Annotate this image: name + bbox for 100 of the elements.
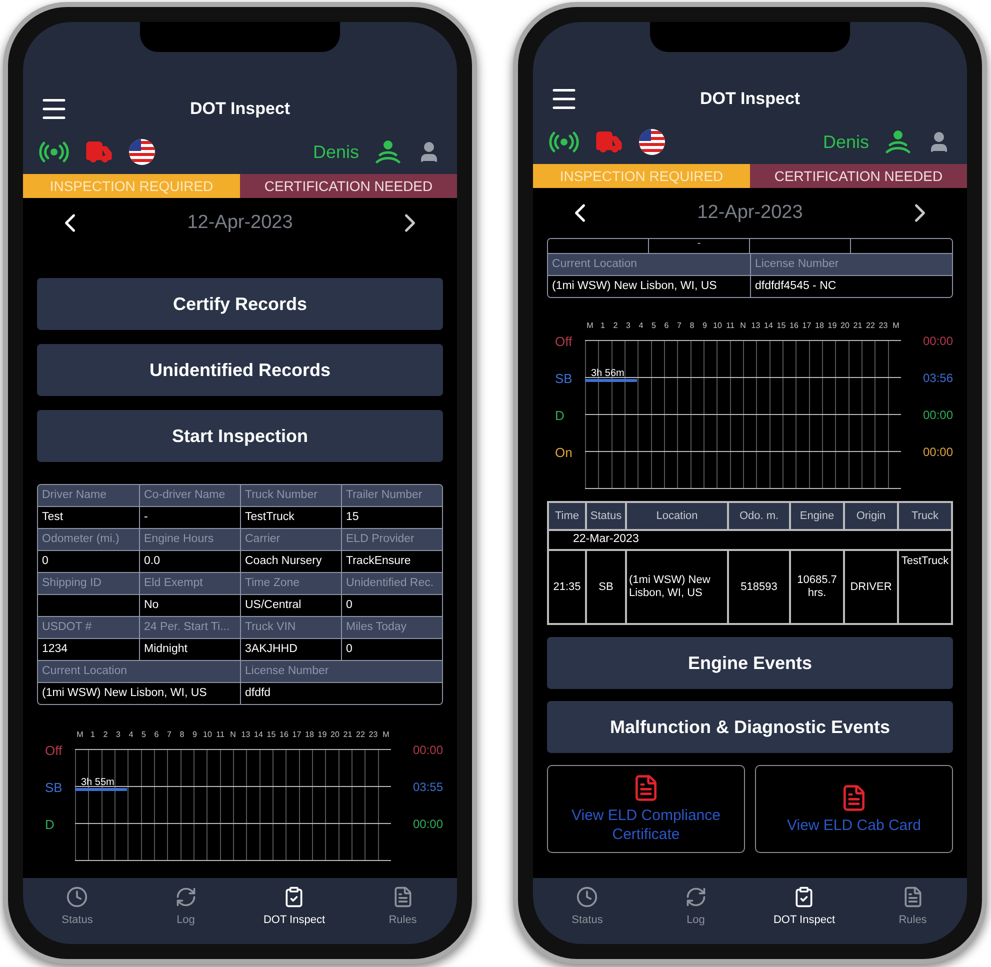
- hour-label: 11: [725, 320, 736, 332]
- action-button[interactable]: Engine Events: [547, 637, 953, 689]
- field-value: Coach Nursery: [245, 554, 322, 569]
- field-label: Truck VIN: [245, 620, 296, 635]
- action-button[interactable]: Unidentified Records: [37, 344, 443, 396]
- clock-icon: [576, 886, 598, 908]
- field-value: (1mi WSW) New Lisbon, WI, US: [42, 686, 207, 701]
- hour-label: 17: [802, 320, 812, 332]
- hour-label: 16: [789, 320, 799, 332]
- tab[interactable]: Status: [533, 878, 642, 936]
- duty-status-label: SB: [555, 370, 572, 388]
- clipboard-check-icon: [283, 886, 306, 908]
- hour-label: 13: [240, 729, 251, 741]
- hour-label: 17: [292, 729, 302, 741]
- date-label: 12-Apr-2023: [697, 200, 803, 225]
- field-value: dfdfd: [245, 686, 271, 701]
- action-button[interactable]: Malfunction & Diagnostic Events: [547, 701, 953, 753]
- tab[interactable]: Rules: [858, 878, 967, 936]
- hour-label: 1: [90, 729, 96, 741]
- hour-label: 23: [878, 320, 888, 332]
- hour-label: 23: [368, 729, 378, 741]
- hour-label: 11: [215, 729, 226, 741]
- hour-label: 7: [676, 320, 682, 332]
- table-cell: -: [697, 239, 701, 249]
- hour-label: 13: [750, 320, 761, 332]
- hour-label: 18: [814, 320, 824, 332]
- clock-icon: [66, 886, 88, 908]
- field-label: 24 Per. Start Ti...: [144, 620, 230, 635]
- action-button[interactable]: Start Inspection: [37, 410, 443, 462]
- hour-label: 8: [688, 320, 696, 332]
- field-value: TestTruck: [245, 510, 294, 525]
- refresh-icon: [174, 886, 197, 908]
- screen-title: DOT Inspect: [190, 98, 290, 120]
- tab[interactable]: Status: [23, 878, 132, 936]
- field-value: Midnight: [144, 642, 188, 657]
- screen-title: DOT Inspect: [700, 88, 800, 110]
- hour-label: 1: [600, 320, 606, 332]
- status-banner: CERTIFICATION NEEDED: [750, 164, 967, 188]
- duty-status-label: SB: [45, 779, 62, 797]
- field-value: US/Central: [245, 598, 302, 613]
- event-date: 22-Mar-2023: [573, 532, 639, 548]
- hour-label: 7: [166, 729, 172, 741]
- hour-label: 20: [330, 729, 340, 741]
- hour-label: 10: [202, 729, 212, 741]
- duty-total: 00:00: [922, 444, 953, 461]
- field-value: 0: [346, 598, 352, 613]
- field-label: License Number: [245, 664, 329, 679]
- document-link-button[interactable]: View ELD Compliance Certificate: [547, 765, 745, 853]
- hour-label: 19: [317, 729, 328, 741]
- duty-total: 00:00: [412, 816, 443, 833]
- field-label: Driver Name: [42, 488, 107, 503]
- hour-label: 22: [866, 320, 876, 332]
- hour-label: 10: [712, 320, 722, 332]
- hour-label: 3: [625, 320, 632, 332]
- table-cell-text: 10685.7 hrs.: [796, 574, 838, 600]
- tab[interactable]: Rules: [348, 878, 457, 936]
- tab[interactable]: DOT Inspect: [240, 878, 348, 936]
- tab[interactable]: Log: [132, 878, 240, 936]
- duty-status-label: Off: [45, 742, 62, 760]
- signal-icon: [39, 141, 69, 163]
- hour-label: 21: [852, 320, 863, 332]
- duration-label: 3h 56m: [591, 369, 624, 379]
- column-header: Engine: [800, 508, 834, 524]
- driver-icon: [375, 139, 401, 165]
- table-cell: 518593: [740, 580, 778, 594]
- hour-label: 19: [827, 320, 838, 332]
- hour-label: 14: [254, 729, 264, 741]
- field-label: Unidentified Rec.: [346, 576, 434, 591]
- table-cell: SB: [598, 580, 614, 594]
- field-label: Co-driver Name: [144, 488, 226, 503]
- signal-icon: [549, 131, 579, 153]
- status-banner: INSPECTION REQUIRED: [533, 164, 750, 188]
- hour-label: N: [229, 729, 237, 741]
- field-value: 0: [42, 554, 48, 569]
- field-value: Test: [42, 510, 64, 525]
- tab[interactable]: Log: [642, 878, 750, 936]
- action-button[interactable]: Certify Records: [37, 278, 443, 330]
- field-label: Odometer (mi.): [42, 532, 120, 547]
- duty-total: 03:56: [922, 370, 953, 387]
- tab[interactable]: DOT Inspect: [750, 878, 858, 936]
- hour-label: 15: [776, 320, 786, 332]
- column-header: Status: [590, 508, 622, 524]
- column-header: Truck: [911, 508, 939, 524]
- hour-label: 5: [140, 729, 147, 741]
- field-label: Current Location: [552, 256, 638, 272]
- driver-name: Denis: [312, 140, 359, 164]
- hour-label: 5: [650, 320, 657, 332]
- field-label: USDOT #: [42, 620, 92, 635]
- hour-label: M: [892, 320, 900, 332]
- duty-status-label: Off: [555, 333, 572, 351]
- driver-icon: [885, 129, 911, 155]
- field-label: Current Location: [42, 664, 128, 679]
- hour-label: M: [76, 729, 84, 741]
- table-cell-text: (1mi WSW) New Lisbon, WI, US: [629, 574, 712, 600]
- flag-icon: [129, 139, 155, 165]
- hour-label: 22: [356, 729, 366, 741]
- document-link-button[interactable]: View ELD Cab Card: [755, 765, 953, 853]
- hour-label: 20: [840, 320, 850, 332]
- column-header: Location: [656, 508, 698, 524]
- status-banner: CERTIFICATION NEEDED: [240, 174, 457, 198]
